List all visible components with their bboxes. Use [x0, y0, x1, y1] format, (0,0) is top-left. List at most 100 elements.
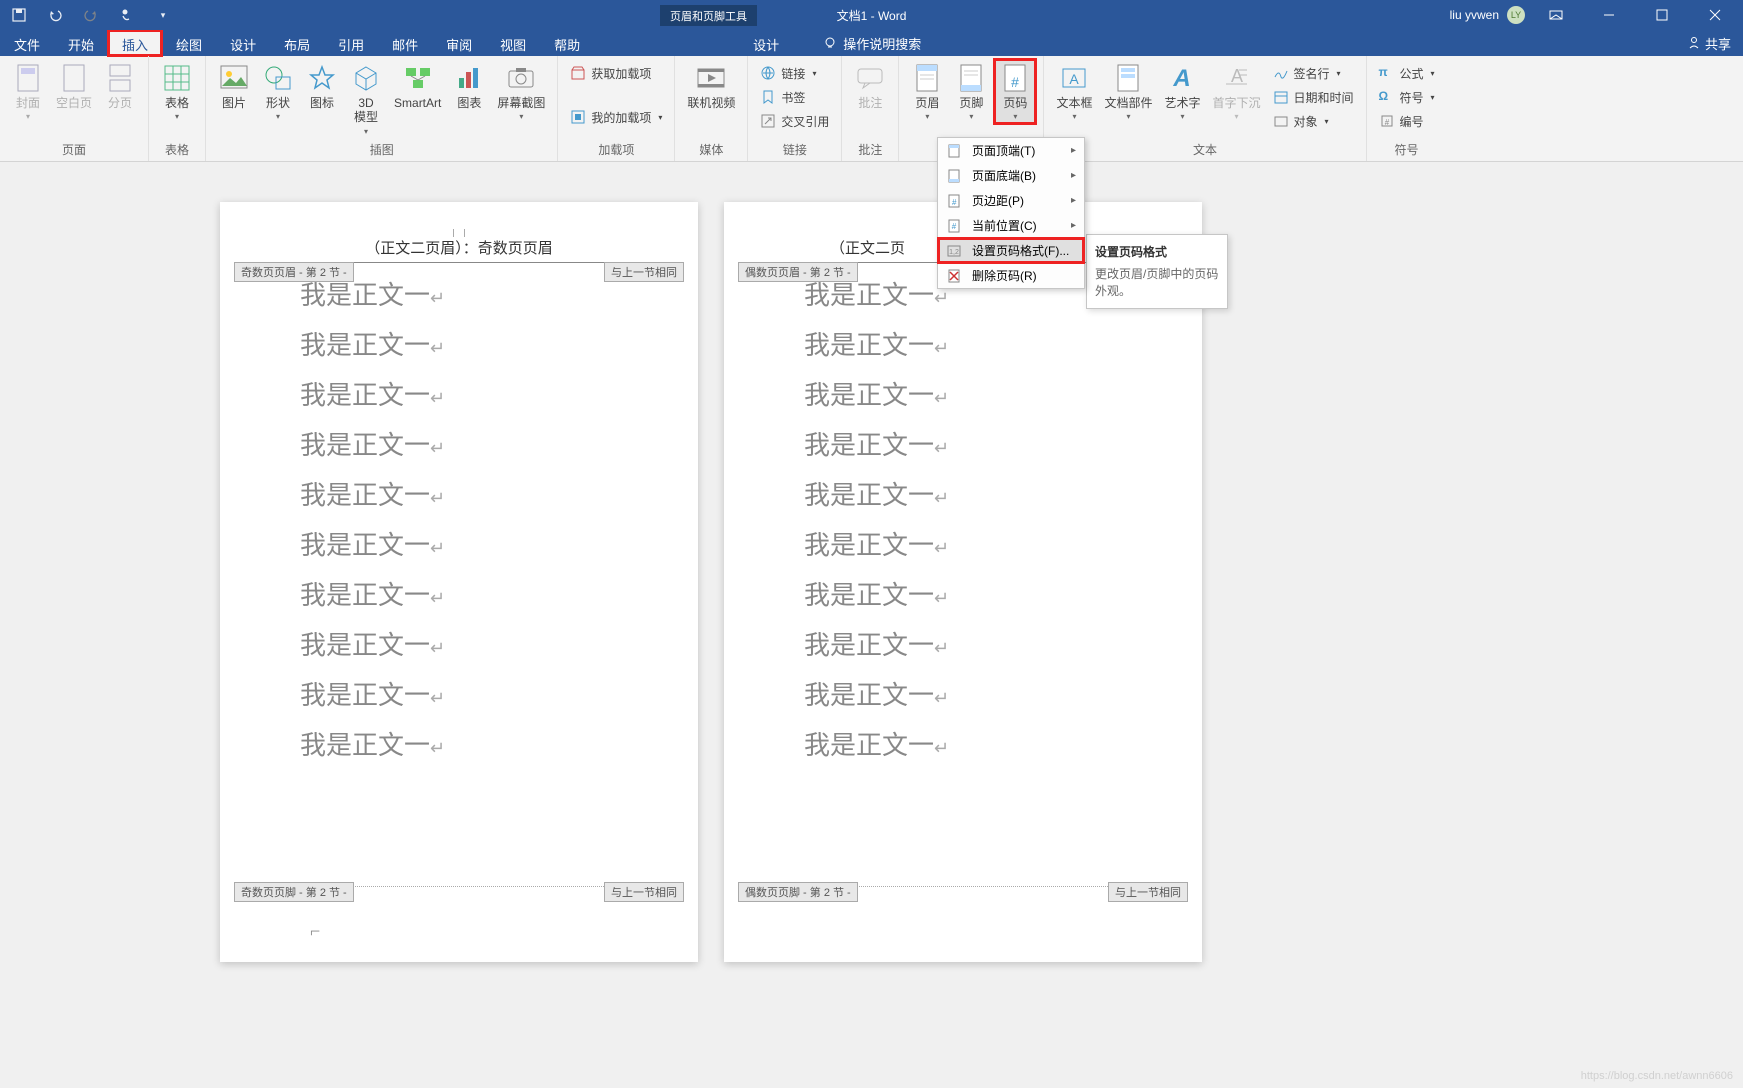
menu-page-margin[interactable]: #页边距(P)▸ — [938, 188, 1084, 213]
tab-insert[interactable]: 插入 — [108, 30, 162, 56]
cover-page-button[interactable]: 封面▾ — [8, 60, 48, 123]
body-line[interactable]: 我是正文一 — [300, 322, 618, 372]
link-icon — [760, 65, 776, 81]
page-right[interactable]: （正文二页 偶数页页眉 - 第 2 节 - 我是正文一我是正文一我是正文一我是正… — [724, 202, 1202, 962]
touch-mode-icon[interactable] — [118, 6, 136, 24]
link-button[interactable]: 链接▾ — [756, 62, 833, 84]
number-icon: # — [1379, 113, 1395, 129]
menu-page-top[interactable]: 页面顶端(T)▸ — [938, 138, 1084, 163]
tab-home[interactable]: 开始 — [54, 30, 108, 56]
page-header-left[interactable]: （正文二页眉）：奇数页页眉 — [236, 237, 682, 263]
ribbon-options-icon[interactable] — [1533, 0, 1578, 30]
undo-icon[interactable] — [46, 6, 64, 24]
online-video-button[interactable]: 联机视频 — [683, 60, 739, 112]
tab-view[interactable]: 视图 — [486, 30, 540, 56]
body-line[interactable]: 我是正文一 — [804, 622, 1122, 672]
marker-even-header: 偶数页页眉 - 第 2 节 - — [738, 262, 858, 282]
blank-page-button[interactable]: 空白页 — [52, 60, 96, 112]
icons-button[interactable]: 图标 — [302, 60, 342, 112]
maximize-icon[interactable] — [1639, 0, 1684, 30]
smartart-button[interactable]: SmartArt — [390, 60, 445, 112]
share-button[interactable]: 共享 — [1675, 30, 1743, 56]
datetime-button[interactable]: 日期和时间 — [1269, 86, 1358, 108]
get-addins-button[interactable]: 获取加载项 — [566, 62, 666, 84]
body-line[interactable]: 我是正文一 — [804, 472, 1122, 522]
group-addins: 获取加载项 我的加载项▾ 加载项 — [558, 56, 675, 161]
tab-mail[interactable]: 邮件 — [378, 30, 432, 56]
menu-remove-pagenum[interactable]: 删除页码(R) — [938, 263, 1084, 288]
equation-button[interactable]: π公式▾ — [1375, 62, 1439, 84]
menu-current-pos[interactable]: #当前位置(C)▸ — [938, 213, 1084, 238]
tooltip-title: 设置页码格式 — [1095, 243, 1219, 260]
save-icon[interactable] — [10, 6, 28, 24]
avatar[interactable]: LY — [1507, 6, 1525, 24]
table-button[interactable]: 表格▾ — [157, 60, 197, 123]
quickparts-button[interactable]: 文档部件▾ — [1100, 60, 1156, 123]
body-line[interactable]: 我是正文一 — [804, 322, 1122, 372]
body-line[interactable]: 我是正文一 — [804, 722, 1122, 772]
close-icon[interactable] — [1692, 0, 1737, 30]
pi-icon: π — [1379, 65, 1395, 81]
crossref-button[interactable]: 交叉引用 — [756, 110, 833, 132]
page-body[interactable]: 我是正文一我是正文一我是正文一我是正文一我是正文一我是正文一我是正文一我是正文一… — [804, 272, 1122, 772]
body-line[interactable]: 我是正文一 — [804, 672, 1122, 722]
bookmark-button[interactable]: 书签 — [756, 86, 833, 108]
shapes-button[interactable]: 形状▾ — [258, 60, 298, 123]
minimize-icon[interactable] — [1586, 0, 1631, 30]
tell-me-search[interactable]: 操作说明搜索 — [823, 30, 921, 56]
group-comments-label: 批注 — [842, 141, 898, 161]
svg-text:A: A — [1173, 65, 1191, 92]
body-line[interactable]: 我是正文一 — [804, 522, 1122, 572]
redo-icon[interactable] — [82, 6, 100, 24]
screenshot-button[interactable]: 屏幕截图▾ — [493, 60, 549, 123]
symbol-button[interactable]: Ω符号▾ — [1375, 86, 1439, 108]
tab-help[interactable]: 帮助 — [540, 30, 594, 56]
tab-design[interactable]: 设计 — [216, 30, 270, 56]
body-line[interactable]: 我是正文一 — [300, 622, 618, 672]
tooltip-body: 更改页眉/页脚中的页码外观。 — [1095, 266, 1219, 300]
tab-draw[interactable]: 绘图 — [162, 30, 216, 56]
menu-format-pagenum[interactable]: 1,2设置页码格式(F)... — [938, 238, 1084, 263]
body-line[interactable]: 我是正文一 — [300, 472, 618, 522]
tab-file[interactable]: 文件 — [0, 30, 54, 56]
object-button[interactable]: 对象▾ — [1269, 110, 1358, 132]
tab-references[interactable]: 引用 — [324, 30, 378, 56]
textbox-button[interactable]: A文本框▾ — [1052, 60, 1096, 123]
group-symbols: π公式▾ Ω符号▾ #编号 符号 — [1367, 56, 1447, 161]
svg-text:#: # — [1384, 118, 1389, 127]
body-line[interactable]: 我是正文一 — [804, 422, 1122, 472]
number-button[interactable]: #编号 — [1375, 110, 1439, 132]
body-line[interactable]: 我是正文一 — [804, 572, 1122, 622]
user-name[interactable]: liu yvwen — [1450, 8, 1499, 22]
tell-me-label: 操作说明搜索 — [843, 34, 921, 53]
chart-button[interactable]: 图表 — [449, 60, 489, 112]
qat-customize-icon[interactable]: ▾ — [154, 6, 172, 24]
comment-button[interactable]: 批注 — [850, 60, 890, 112]
group-media-label: 媒体 — [675, 141, 747, 161]
picture-button[interactable]: 图片 — [214, 60, 254, 112]
footer-button[interactable]: 页脚▾ — [951, 60, 991, 123]
wordart-button[interactable]: A艺术字▾ — [1160, 60, 1204, 123]
body-line[interactable]: 我是正文一 — [300, 372, 618, 422]
page-number-button[interactable]: #页码▾ — [995, 60, 1035, 123]
body-line[interactable]: 我是正文一 — [300, 722, 618, 772]
dropcap-button[interactable]: A首字下沉▾ — [1208, 60, 1264, 123]
my-addins-button[interactable]: 我的加载项▾ — [566, 106, 666, 128]
body-line[interactable]: 我是正文一 — [300, 672, 618, 722]
menu-page-bottom[interactable]: 页面底端(B)▸ — [938, 163, 1084, 188]
header-button[interactable]: 页眉▾ — [907, 60, 947, 123]
body-line[interactable]: 我是正文一 — [804, 372, 1122, 422]
body-line[interactable]: 我是正文一 — [300, 522, 618, 572]
tab-review[interactable]: 审阅 — [432, 30, 486, 56]
body-line[interactable]: 我是正文一 — [300, 422, 618, 472]
share-label: 共享 — [1705, 34, 1731, 53]
body-line[interactable]: 我是正文一 — [300, 572, 618, 622]
tab-layout[interactable]: 布局 — [270, 30, 324, 56]
signature-button[interactable]: 签名行▾ — [1269, 62, 1358, 84]
3d-model-button[interactable]: 3D 模型▾ — [346, 60, 386, 138]
page-break-button[interactable]: 分页 — [100, 60, 140, 112]
marker-even-footer: 偶数页页脚 - 第 2 节 - — [738, 882, 858, 902]
page-left[interactable]: （正文二页眉）：奇数页页眉 奇数页页眉 - 第 2 节 - 与上一节相同 我是正… — [220, 202, 698, 962]
tab-hf-design[interactable]: 设计 — [739, 30, 793, 56]
page-body[interactable]: 我是正文一我是正文一我是正文一我是正文一我是正文一我是正文一我是正文一我是正文一… — [300, 272, 618, 772]
